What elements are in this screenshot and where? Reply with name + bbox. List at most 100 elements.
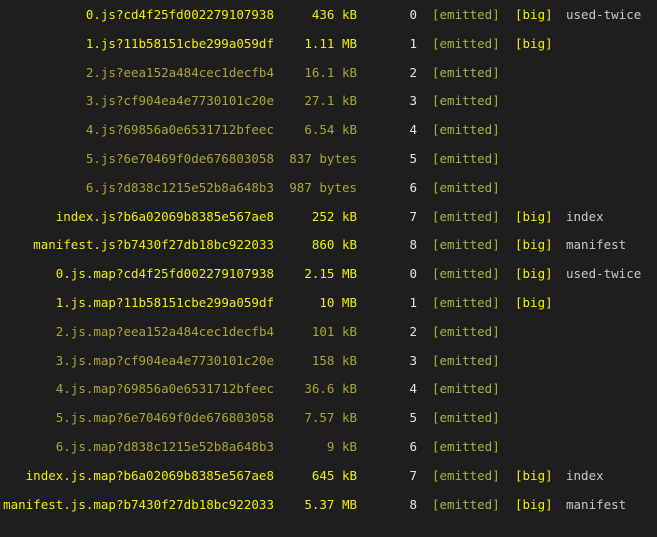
- asset-row: 4.js.map?69856a0e6531712bfeec 36.6 kB 4 [em…: [0, 375, 657, 404]
- asset-path: 3.js?cf904ea4e7730101c20e: [85, 93, 274, 109]
- asset-size: 36.6 kB: [304, 381, 357, 397]
- asset-size: 27.1 kB: [304, 93, 357, 109]
- asset-size: 837 bytes: [289, 150, 357, 166]
- emitted-tag: [emitted]: [432, 294, 500, 310]
- asset-size: 16.1 kB: [304, 64, 357, 80]
- asset-row: index.js?b6a02069b8385e567ae8 252 kB 7 [emi…: [0, 203, 657, 232]
- chunk-id: 7: [409, 467, 417, 483]
- asset-row: 5.js?6e70469f0de676803058 837 bytes 5 [emit…: [0, 145, 657, 174]
- asset-size: 101 kB: [311, 323, 357, 339]
- asset-row: 6.js.map?d838c1215e52b8a648b3 9 kB 6 [emitt…: [0, 433, 657, 462]
- emitted-tag: [emitted]: [432, 179, 500, 195]
- asset-path: index.js.map?b6a02069b8385e567ae8: [25, 467, 274, 483]
- asset-row: index.js.map?b6a02069b8385e567ae8 645 kB 7…: [0, 462, 657, 491]
- emitted-tag: [emitted]: [432, 122, 500, 138]
- chunk-id: 2: [409, 323, 417, 339]
- big-tag: [big]: [515, 208, 553, 224]
- chunk-name: used-twice: [566, 7, 642, 22]
- chunk-id: 6: [409, 438, 417, 454]
- asset-path: 4.js.map?69856a0e6531712bfeec: [55, 381, 274, 397]
- emitted-tag: [emitted]: [432, 93, 500, 109]
- asset-row: manifest.js?b7430f27db18bc922033 860 kB 8 […: [0, 231, 657, 260]
- asset-path: 4.js?69856a0e6531712bfeec: [85, 122, 274, 138]
- asset-size: 7.57 kB: [304, 410, 357, 426]
- chunk-id: 4: [409, 381, 417, 397]
- terminal-output[interactable]: 0.js?cd4f25fd002279107938 436 kB 0 [emitted…: [0, 0, 657, 537]
- emitted-tag: [emitted]: [432, 467, 500, 483]
- big-tag: [big]: [515, 7, 553, 22]
- chunk-name: manifest: [566, 496, 627, 512]
- asset-row: 3.js?cf904ea4e7730101c20e 27.1 kB 3 [emitte…: [0, 87, 657, 116]
- chunk-id: 1: [409, 35, 417, 51]
- asset-row: manifest.js.map?b7430f27db18bc922033 5.37…: [0, 491, 657, 520]
- asset-size: 645 kB: [311, 467, 357, 483]
- big-tag: [big]: [515, 237, 553, 253]
- chunk-id: 2: [409, 64, 417, 80]
- asset-path: 2.js?eea152a484cec1decfb4: [85, 64, 274, 80]
- chunk-name: manifest: [566, 237, 627, 253]
- emitted-tag: [emitted]: [432, 352, 500, 368]
- big-tag: [big]: [515, 496, 553, 512]
- asset-path: manifest.js?b7430f27db18bc922033: [33, 237, 274, 253]
- asset-row: 0.js.map?cd4f25fd002279107938 2.15 MB 0 [em…: [0, 260, 657, 289]
- asset-path: 5.js.map?6e70469f0de676803058: [55, 410, 274, 426]
- asset-path: manifest.js.map?b7430f27db18bc922033: [3, 496, 274, 512]
- asset-size: 436 kB: [311, 7, 357, 22]
- asset-path: index.js?b6a02069b8385e567ae8: [55, 208, 274, 224]
- emitted-tag: [emitted]: [432, 381, 500, 397]
- emitted-tag: [emitted]: [432, 438, 500, 454]
- chunk-id: 4: [409, 122, 417, 138]
- chunk-id: 8: [409, 237, 417, 253]
- asset-size: 158 kB: [311, 352, 357, 368]
- emitted-tag: [emitted]: [432, 496, 500, 512]
- emitted-tag: [emitted]: [432, 410, 500, 426]
- chunk-name: used-twice: [566, 266, 642, 282]
- chunk-id: 1: [409, 294, 417, 310]
- chunk-id: 0: [409, 266, 417, 282]
- asset-row: 5.js.map?6e70469f0de676803058 7.57 kB 5 [em…: [0, 404, 657, 433]
- big-tag: [big]: [515, 266, 553, 282]
- emitted-tag: [emitted]: [432, 237, 500, 253]
- asset-path: 5.js?6e70469f0de676803058: [85, 150, 274, 166]
- chunk-name: index: [566, 208, 604, 224]
- asset-row: 1.js?11b58151cbe299a059df 1.11 MB 1 [emitte…: [0, 30, 657, 59]
- asset-path: 1.js?11b58151cbe299a059df: [85, 35, 274, 51]
- chunk-id: 6: [409, 179, 417, 195]
- asset-row: 1.js.map?11b58151cbe299a059df 10 MB 1 [emit…: [0, 289, 657, 318]
- asset-size: 10 MB: [319, 294, 357, 310]
- asset-size: 987 bytes: [289, 179, 357, 195]
- chunk-id: 7: [409, 208, 417, 224]
- chunk-id: 8: [409, 496, 417, 512]
- asset-size: 1.11 MB: [304, 35, 357, 51]
- asset-size: 6.54 kB: [304, 122, 357, 138]
- asset-path: 6.js?d838c1215e52b8a648b3: [85, 179, 274, 195]
- asset-size: 860 kB: [311, 237, 357, 253]
- emitted-tag: [emitted]: [432, 7, 500, 22]
- big-tag: [big]: [515, 35, 553, 51]
- asset-row: 0.js?cd4f25fd002279107938 436 kB 0 [emitted…: [0, 1, 657, 30]
- asset-path: 6.js.map?d838c1215e52b8a648b3: [55, 438, 274, 454]
- chunk-id: 5: [409, 410, 417, 426]
- asset-size: 5.37 MB: [304, 496, 357, 512]
- asset-row: 3.js.map?cf904ea4e7730101c20e 158 kB 3 [emi…: [0, 347, 657, 376]
- big-tag: [big]: [515, 467, 553, 483]
- chunk-id: 0: [409, 7, 417, 22]
- chunk-name: index: [566, 467, 604, 483]
- emitted-tag: [emitted]: [432, 323, 500, 339]
- chunk-id: 3: [409, 93, 417, 109]
- big-tag: [big]: [515, 294, 553, 310]
- asset-row: 2.js.map?eea152a484cec1decfb4 101 kB 2 [emi…: [0, 318, 657, 347]
- emitted-tag: [emitted]: [432, 150, 500, 166]
- chunk-id: 5: [409, 150, 417, 166]
- asset-path: 3.js.map?cf904ea4e7730101c20e: [55, 352, 274, 368]
- emitted-tag: [emitted]: [432, 266, 500, 282]
- asset-path: 0.js?cd4f25fd002279107938: [85, 7, 274, 22]
- chunk-id: 3: [409, 352, 417, 368]
- asset-size: 252 kB: [311, 208, 357, 224]
- asset-path: 1.js.map?11b58151cbe299a059df: [55, 294, 274, 310]
- emitted-tag: [emitted]: [432, 64, 500, 80]
- asset-row: 2.js?eea152a484cec1decfb4 16.1 kB 2 [emitte…: [0, 59, 657, 88]
- asset-size: 2.15 MB: [304, 266, 357, 282]
- emitted-tag: [emitted]: [432, 208, 500, 224]
- asset-row: 6.js?d838c1215e52b8a648b3 987 bytes 6 [emit…: [0, 174, 657, 203]
